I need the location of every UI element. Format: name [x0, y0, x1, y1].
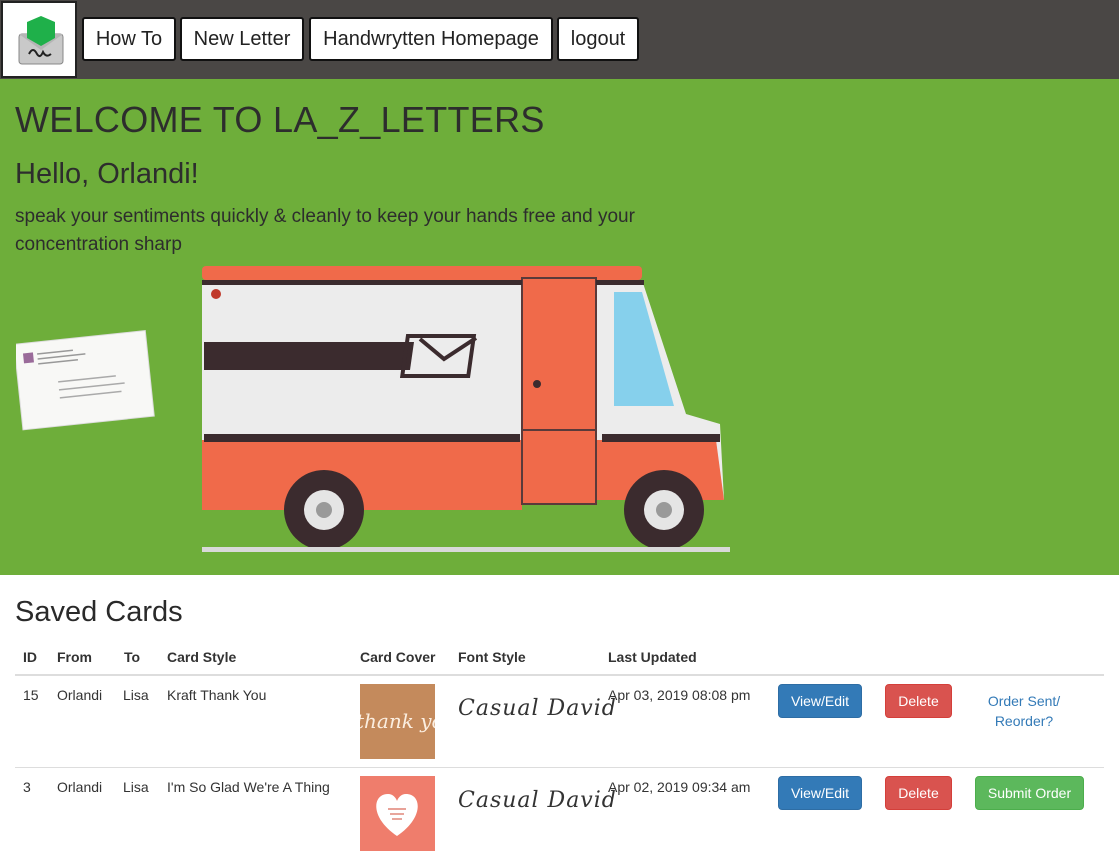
column-header-last-updated: Last Updated — [608, 649, 697, 665]
submit-order-button[interactable]: Submit Order — [975, 776, 1084, 810]
greeting: Hello, Orlandi! — [15, 158, 199, 190]
column-header-card-cover: Card Cover — [360, 649, 436, 665]
cell-from: Orlandi — [57, 779, 103, 795]
cell-from: Orlandi — [57, 687, 103, 703]
font-style-sample: Casual David — [458, 788, 617, 813]
cell-id: 3 — [23, 779, 31, 795]
nav-logout-button[interactable]: logout — [557, 17, 639, 61]
hero-banner: WELCOME TO LA_Z_LETTERS Hello, Orlandi! … — [0, 79, 1119, 575]
cell-to: Lisa — [123, 687, 149, 703]
cell-card-style: Kraft Thank You — [167, 687, 267, 703]
view-edit-button[interactable]: View/Edit — [778, 684, 862, 718]
card-cover-thank-you-image: thank you — [360, 684, 435, 759]
column-header-from: From — [57, 649, 92, 665]
page-title: WELCOME TO LA_Z_LETTERS — [15, 99, 545, 140]
cell-last-updated: Apr 03, 2019 08:08 pm — [608, 687, 751, 703]
logo-envelope-icon[interactable] — [1, 1, 77, 78]
row-divider — [15, 767, 1104, 768]
cell-card-style: I'm So Glad We're A Thing — [167, 779, 330, 795]
column-header-to: To — [124, 649, 141, 665]
reorder-label: Reorder? — [994, 713, 1054, 729]
order-sent-label: Order Sent/ — [987, 693, 1061, 709]
nav-handwrytten-homepage-button[interactable]: Handwrytten Homepage — [309, 17, 553, 61]
cell-id: 15 — [23, 687, 39, 703]
tagline: speak your sentiments quickly & cleanly … — [15, 206, 635, 255]
delivery-truck-illustration — [202, 266, 730, 552]
column-header-font-style: Font Style — [458, 649, 526, 665]
card-cover-heart-image — [360, 776, 435, 851]
delete-button[interactable]: Delete — [885, 776, 952, 810]
table-header-divider — [15, 674, 1104, 676]
nav-how-to-button[interactable]: How To — [82, 17, 176, 61]
navbar: How To New Letter Handwrytten Homepage l… — [0, 0, 1119, 79]
column-header-card-style: Card Style — [167, 649, 237, 665]
column-header-id: ID — [23, 649, 37, 665]
nav-new-letter-button[interactable]: New Letter — [180, 17, 304, 61]
view-edit-button[interactable]: View/Edit — [778, 776, 862, 810]
saved-cards-title: Saved Cards — [15, 596, 183, 628]
cell-to: Lisa — [123, 779, 149, 795]
svg-text:thank you: thank you — [360, 709, 435, 733]
postcard-illustration — [16, 329, 155, 431]
font-style-sample: Casual David — [458, 696, 617, 721]
cell-last-updated: Apr 02, 2019 09:34 am — [608, 779, 751, 795]
delete-button[interactable]: Delete — [885, 684, 952, 718]
reorder-link[interactable]: Order Sent/ Reorder? — [974, 691, 1074, 731]
